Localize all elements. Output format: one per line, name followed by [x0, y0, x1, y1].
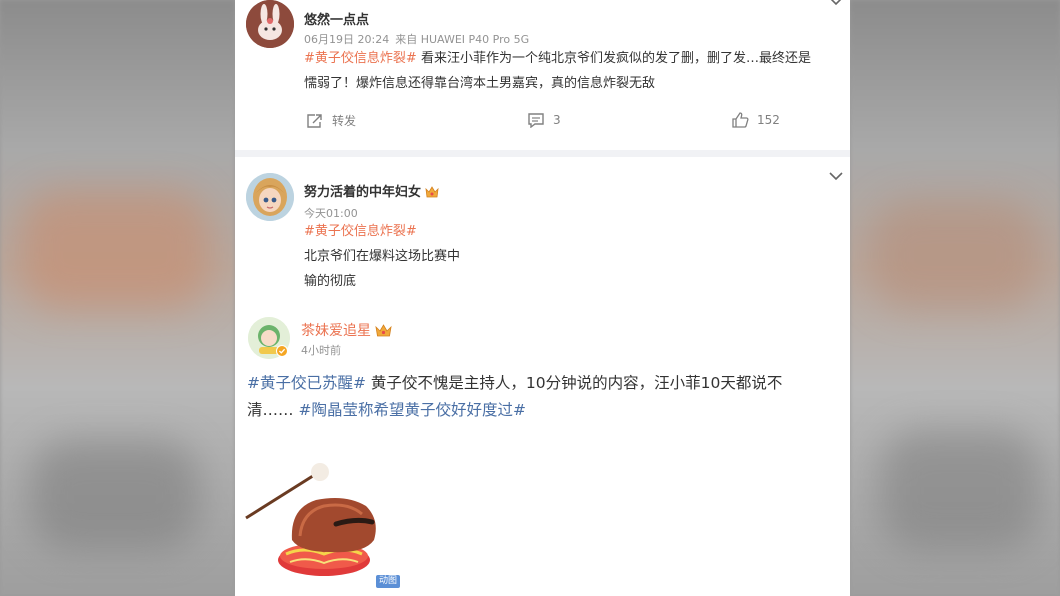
post-meta: 06月19日 20:24 来自 HUAWEI P40 Pro 5G — [304, 31, 529, 47]
username-row: 茶妹爱追星 — [301, 320, 392, 340]
like-count: 152 — [757, 113, 780, 127]
post-text-line: 北京爷们在爆料这场比赛中 — [304, 249, 461, 264]
post-text: #黄子佼已苏醒# 黄子佼不愧是主持人，10分钟说的内容，汪小菲10天都说不 清…… — [247, 370, 847, 424]
background-blob — [30, 440, 200, 550]
verified-badge-icon — [276, 345, 288, 357]
background-blob — [880, 430, 1040, 550]
chevron-down-icon[interactable] — [829, 171, 843, 181]
repost-button[interactable]: 转发 — [306, 112, 356, 129]
hashtag-link[interactable]: #陶晶莹称希望黄子佼好好度过# — [298, 401, 525, 419]
post-text-line: 输的彻底 — [304, 274, 357, 289]
hashtag-link[interactable]: #黄子佼信息炸裂# — [304, 219, 824, 244]
repost-icon — [307, 113, 322, 128]
background-blob — [870, 200, 1040, 310]
chevron-down-icon[interactable] — [829, 0, 843, 6]
post-text-line: 清…… — [247, 401, 294, 419]
post-date: 06月19日 20:24 — [304, 33, 390, 46]
crown-icon — [375, 324, 392, 337]
post-text: #黄子佼信息炸裂# 看来汪小菲作为一个纯北京爷们发疯似的发了删，删了发…最终还是… — [304, 46, 849, 96]
card-divider — [235, 150, 850, 157]
post-text-line: 懦弱了！爆炸信息还得靠台湾本土男嘉宾，真的信息炸裂无敌 — [304, 76, 656, 91]
post-date: 4小时前 — [301, 344, 341, 357]
username[interactable]: 悠然一点点 — [304, 9, 369, 28]
hashtag-link[interactable]: #黄子佼信息炸裂# — [304, 51, 417, 66]
cartoon-girl-avatar-icon — [246, 173, 294, 221]
comment-button[interactable]: 3 — [527, 112, 561, 128]
post-text-line: 黄子佼不愧是主持人，10分钟说的内容，汪小菲10天都说不 — [370, 374, 783, 392]
gif-badge: 动图 — [376, 575, 401, 588]
username[interactable]: 茶妹爱追星 — [301, 323, 371, 339]
post-text-line: 看来汪小菲作为一个纯北京爷们发疯似的发了删，删了发…最终还是 — [420, 51, 811, 66]
user-avatar[interactable] — [246, 0, 294, 48]
like-icon — [732, 112, 749, 128]
post-text: #黄子佼信息炸裂# 北京爷们在爆料这场比赛中 输的彻底 — [304, 219, 824, 294]
rabbit-avatar-icon — [246, 0, 294, 48]
post-source: 来自 HUAWEI P40 Pro 5G — [395, 33, 530, 46]
wooden-fish-image[interactable] — [244, 462, 384, 584]
background-blob — [20, 190, 210, 310]
username-row: 努力活着的中年妇女 — [304, 181, 439, 200]
repost-label: 转发 — [332, 114, 357, 128]
username[interactable]: 努力活着的中年妇女 — [304, 185, 421, 200]
comment-icon — [528, 113, 544, 128]
user-avatar[interactable] — [246, 173, 294, 221]
crown-icon — [425, 186, 439, 198]
comment-count: 3 — [553, 113, 561, 127]
hashtag-link[interactable]: #黄子佼已苏醒# — [247, 374, 366, 392]
like-button[interactable]: 152 — [731, 112, 780, 128]
